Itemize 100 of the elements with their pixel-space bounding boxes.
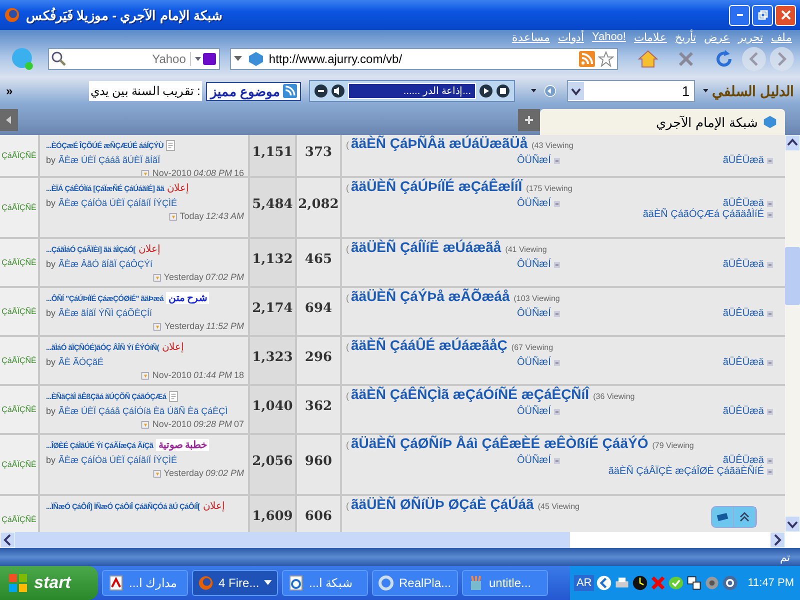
language-indicator[interactable]: AR [574,575,594,591]
subforum-link[interactable]: ãÜÊÜæä [722,308,764,319]
search-input[interactable]: Yahoo [68,52,190,66]
browser-tab[interactable]: شبكة الإمام الآجري [540,109,785,135]
rss-icon[interactable] [282,84,297,98]
go-to-post-icon[interactable] [168,212,178,220]
scroll-right-arrow-icon[interactable] [770,532,785,548]
search-field[interactable]: Yahoo [48,48,220,70]
dropdown-chevron-icon[interactable] [568,82,584,100]
globe-icon[interactable] [544,82,557,100]
forum-title-link[interactable]: ãäÜÈÑ ÇáÚÞíÏÉ æÇáÊæÍíÏ [351,178,522,194]
author-link[interactable]: ÃÈ ÃÓÇãÉ [58,357,104,367]
moderator-label: ÇáÅÏÇÑÉ [0,496,40,532]
reload-icon[interactable] [714,49,734,69]
toolbar-brand-menu[interactable]: الدليل السلفي [712,83,794,99]
go-to-post-icon[interactable] [141,420,150,428]
forum-title-link[interactable]: ãäÜÈÑ ÇáÝÞå æÃÕæáå [351,288,510,304]
subforum-link[interactable]: ÔÜÑæÍ [516,198,551,209]
subforum-link[interactable]: ÔÜÑæÍ [516,357,551,368]
subforum-link[interactable]: ãÜÊÜæä [722,357,764,368]
toolbar-overflow-button[interactable]: » [6,84,13,98]
menu-item[interactable]: عرض [704,30,730,44]
forum-title-link[interactable]: ãäÈÑ ÇáÊÑÇÌã æÇáÓíÑÉ æÇáÊÇÑíÎ [351,386,590,402]
go-to-post-icon[interactable] [141,168,150,176]
taskbar-button[interactable]: 4 Fire... [192,570,278,596]
clock-icon[interactable] [632,575,648,591]
count-cell: 960 [297,435,342,494]
author-link[interactable]: ÃÈæ ÚÈÏ Çááå ÇáÍÓíä Èä ÚãÑ Èä ÇáÈÇÌ [58,406,228,416]
subforum-link[interactable]: ãÜÊÜæä [722,406,764,417]
minimize-button[interactable] [729,4,750,26]
author-link[interactable]: ÃÈæ ãÍãÏ ÝÑÌ ÇáÕÈÇÍí [58,308,152,318]
author-link[interactable]: ÃÈæ ÇáÍÓä ÚÈÏ ÇáÍãíÏ ÍÝÇÌÉ [58,455,178,465]
scroll-left-arrow-icon[interactable] [0,532,15,548]
go-to-post-icon[interactable] [141,370,150,380]
taskbar-button[interactable]: untitle... [462,570,548,596]
subforum-link[interactable]: ÔÜÑæÍ [516,308,551,319]
menu-item[interactable]: تأريخ [675,30,696,44]
taskbar-button[interactable]: RealPla... [372,570,458,596]
forum-title-link[interactable]: ãäÜÈÑ ØÑíÜÞ ØÇáÈ ÇáÚáã [351,496,534,512]
home-icon[interactable] [638,49,658,69]
star-icon[interactable] [598,51,614,67]
stop-icon[interactable] [678,51,694,67]
author-link[interactable]: ÃÈæ ÚÈÏ Çááå ãÚÈÏ ãÍãÏ [58,155,160,165]
menu-item[interactable]: ملف [771,30,792,44]
restore-button[interactable] [752,4,773,26]
scrollbar-thumb[interactable] [785,247,800,305]
taskbar-button[interactable]: ...شبكة ا [282,570,368,596]
forum-title-link[interactable]: ãäÈÑ ÇááÛÉ æÚáæãåÇ [351,337,508,353]
forum-title-link[interactable]: ãÜäÈÑ ÇáØÑíÞ Åáì ÇáÊæÈÉ æÊÒßíÉ ÇáäÝÓ [351,435,648,451]
author-link[interactable]: ÃÈæ ÂãÓ ãÍãÏ ÇáÔÇÝí [58,259,153,269]
subforum-link[interactable]: ÔÜÑæÍ [516,455,551,466]
minus-icon[interactable] [314,84,328,98]
address-input[interactable]: http://www.ajurry.com/vb/ [266,52,576,66]
go-to-post-icon[interactable] [152,272,162,282]
volume-icon[interactable] [330,84,345,98]
subforum-link[interactable]: ãäÈÑ ÇáãÓÇÆá ÇáãäåÌíÉ [642,209,764,220]
scroll-down-arrow-icon[interactable] [785,516,800,532]
subforum-link[interactable]: ãÜÊÜæä [722,198,764,209]
address-field[interactable]: http://www.ajurry.com/vb/ [230,48,618,70]
news-ticker[interactable]: : تقريب السنة بين يدي [88,81,202,101]
scroll-up-arrow-icon[interactable] [785,135,800,151]
close-button[interactable] [775,4,796,26]
combo-value[interactable]: 1 [584,83,694,99]
forum-title-link[interactable]: ãäÜÈÑ ÇáÍÏíË æÚáæãå [351,239,502,255]
dropdown-caret-icon[interactable] [530,88,536,94]
station-dropdown[interactable]: ...إذاعة الدر ...... [348,83,476,99]
stop-button-icon[interactable] [496,84,510,98]
featured-topic-link[interactable]: موضوع مميز [210,84,280,98]
subforum-link[interactable]: ãäÈÑ ÇáÂÏÇÈ æÇáÎØÈ ÇáãäÈÑíÉ [608,466,764,477]
post-time: 04:08 PM [193,168,232,176]
menu-item[interactable]: علامات [634,30,667,44]
subforum-link[interactable]: ÔÜÑæÍ [516,406,551,417]
menu-item[interactable]: أدوات [558,30,584,44]
taskbar-button[interactable]: ...مدارك ا [102,570,188,596]
post-date: Nov-2010 [152,419,192,429]
subforum-link[interactable]: ãÜÊÜæä [722,155,764,166]
author-link[interactable]: ÃÈæ ÇáÍÓä ÚÈÏ ÇáÍãíÏ ÍÝÇÌÉ [58,198,178,208]
subforum-link[interactable]: ãÜÊÜæä [722,259,764,270]
tab-scroll-button[interactable] [0,109,18,131]
menu-item[interactable]: مساعدة [512,30,550,44]
show-hidden-icons-icon[interactable] [596,575,612,591]
start-button[interactable]: start [0,566,98,600]
go-to-post-icon[interactable] [153,322,162,330]
go-to-post-icon[interactable] [152,468,162,478]
count-cell: 2,082 [297,178,342,237]
back-forward-icon[interactable] [740,46,796,72]
network-icon[interactable] [686,575,702,591]
dropdown-caret-icon[interactable] [702,88,708,94]
subforum-link[interactable]: ÔÜÑæÍ [516,155,551,166]
subforum-link[interactable]: ãÜÊÜæä [722,455,764,466]
menu-item[interactable]: Yahoo! [592,31,626,43]
vertical-scrollbar[interactable] [785,135,800,532]
search-engine-icon[interactable] [190,52,219,66]
rss-icon[interactable] [579,51,596,67]
subforum-link[interactable]: ÔÜÑæÍ [516,259,551,270]
viewing-count: (175 Viewing [526,184,572,193]
new-tab-button[interactable] [518,109,540,131]
play-button-icon[interactable] [478,84,493,98]
horizontal-scrollbar[interactable] [0,532,800,548]
forum-title-link[interactable]: ãäÈÑ ÇáÞÑÂä æÚáÜæãÜå [351,135,528,151]
